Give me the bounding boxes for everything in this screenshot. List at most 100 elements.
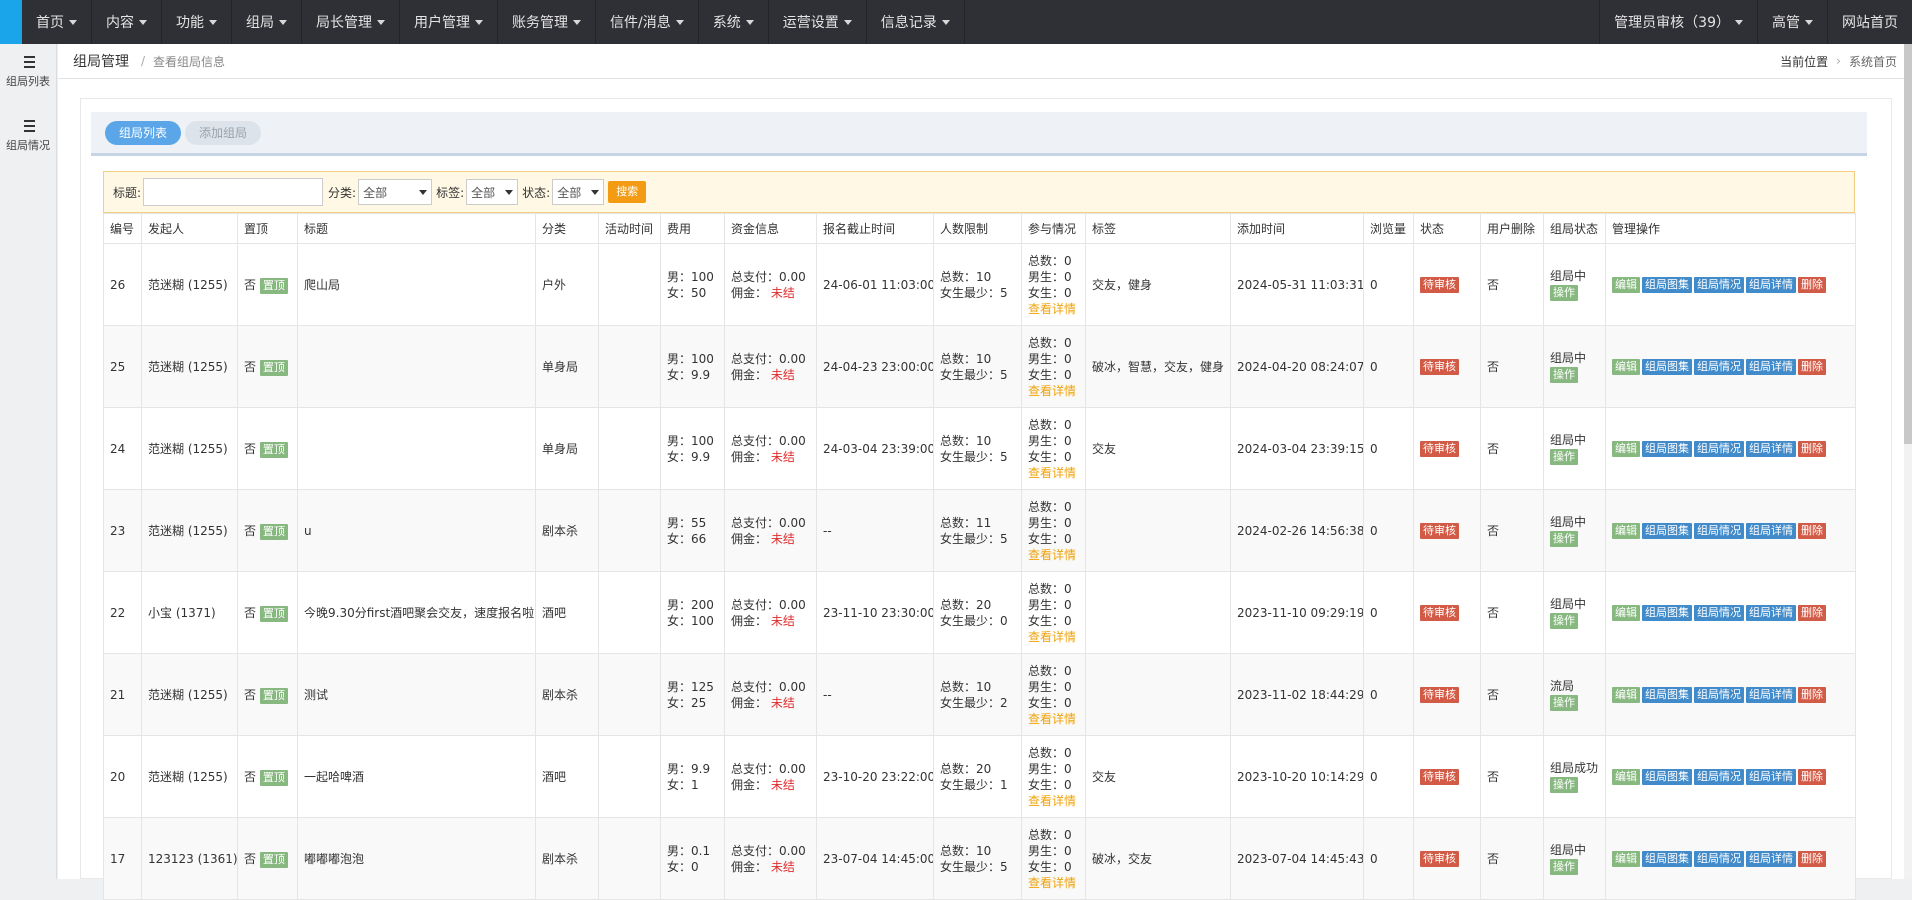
party-op-button[interactable]: 操作 — [1550, 449, 1578, 465]
delete-button[interactable]: 删除 — [1798, 440, 1826, 457]
category-select[interactable]: 全部 — [358, 179, 433, 205]
view-detail-link[interactable]: 查看详情 — [1028, 875, 1085, 891]
party-situation-button[interactable]: 组局情况 — [1694, 686, 1744, 703]
nav-item-5[interactable]: 用户管理 — [400, 0, 498, 44]
nav-item-3[interactable]: 组局 — [232, 0, 302, 44]
nav-item-4[interactable]: 局长管理 — [302, 0, 400, 44]
pin-button[interactable]: 置顶 — [259, 359, 288, 376]
scrollbar-thumb[interactable] — [1904, 44, 1912, 444]
scrollbar[interactable] — [1904, 44, 1912, 879]
tag-select[interactable]: 全部 — [466, 179, 519, 205]
cell-limit: 总数：11 女生最少：5 — [933, 489, 1022, 572]
nav-item-0[interactable]: 首页 — [22, 0, 92, 44]
party-detail-button[interactable]: 组局详情 — [1746, 604, 1796, 621]
party-situation-button[interactable]: 组局情况 — [1694, 358, 1744, 375]
pin-button[interactable]: 置顶 — [259, 277, 288, 294]
party-detail-button[interactable]: 组局详情 — [1746, 850, 1796, 867]
party-situation-button[interactable]: 组局情况 — [1694, 440, 1744, 457]
party-detail-button[interactable]: 组局详情 — [1746, 440, 1796, 457]
pin-button[interactable]: 置顶 — [259, 769, 288, 786]
party-detail-button[interactable]: 组局详情 — [1746, 768, 1796, 785]
nav-item-9[interactable]: 运营设置 — [769, 0, 867, 44]
nav-right-item-0[interactable]: 管理员审核（39） — [1599, 0, 1757, 44]
delete-button[interactable]: 删除 — [1798, 358, 1826, 375]
party-op-button[interactable]: 操作 — [1550, 531, 1578, 547]
cell-activity-time — [598, 653, 661, 736]
gallery-button[interactable]: 组局图集 — [1642, 850, 1692, 867]
nav-right-item-1[interactable]: 高管 — [1757, 0, 1827, 44]
party-situation-button[interactable]: 组局情况 — [1694, 768, 1744, 785]
pin-button[interactable]: 置顶 — [259, 441, 288, 458]
gallery-button[interactable]: 组局图集 — [1642, 358, 1692, 375]
view-detail-link[interactable]: 查看详情 — [1028, 711, 1085, 727]
gallery-button[interactable]: 组局图集 — [1642, 276, 1692, 293]
search-button[interactable]: 搜索 — [608, 181, 647, 203]
party-op-button[interactable]: 操作 — [1550, 613, 1578, 629]
pin-button[interactable]: 置顶 — [259, 605, 288, 622]
edit-button[interactable]: 编辑 — [1612, 358, 1640, 375]
delete-button[interactable]: 删除 — [1798, 522, 1826, 539]
status-select[interactable]: 全部 — [552, 179, 605, 205]
gallery-button[interactable]: 组局图集 — [1642, 686, 1692, 703]
nav-item-2[interactable]: 功能 — [162, 0, 232, 44]
sidebar-item-0[interactable]: 组局列表 — [0, 44, 56, 108]
gallery-button[interactable]: 组局图集 — [1642, 440, 1692, 457]
view-detail-link[interactable]: 查看详情 — [1028, 547, 1085, 563]
gallery-button[interactable]: 组局图集 — [1642, 768, 1692, 785]
home-link[interactable]: 系统首页 — [1849, 53, 1897, 70]
party-detail-button[interactable]: 组局详情 — [1746, 358, 1796, 375]
party-op-button[interactable]: 操作 — [1550, 777, 1578, 793]
pin-button[interactable]: 置顶 — [259, 687, 288, 704]
nav-item-7[interactable]: 信件/消息 — [596, 0, 699, 44]
participation-label: 总数： — [1028, 335, 1065, 350]
edit-button[interactable]: 编辑 — [1612, 522, 1640, 539]
party-detail-button[interactable]: 组局详情 — [1746, 276, 1796, 293]
delete-button[interactable]: 删除 — [1798, 604, 1826, 621]
cell-party-status: 组局中 操作 — [1543, 243, 1606, 326]
party-op-button[interactable]: 操作 — [1550, 285, 1578, 301]
fee-label: 男： — [667, 269, 692, 284]
pin-button[interactable]: 置顶 — [259, 851, 288, 868]
view-detail-link[interactable]: 查看详情 — [1028, 793, 1085, 809]
breadcrumb-main[interactable]: 组局管理 — [73, 51, 129, 71]
gallery-button[interactable]: 组局图集 — [1642, 522, 1692, 539]
participation-value: 0 — [1064, 597, 1072, 612]
nav-item-10[interactable]: 信息记录 — [867, 0, 965, 44]
view-detail-link[interactable]: 查看详情 — [1028, 301, 1085, 317]
tab-add-party[interactable]: 添加组局 — [185, 120, 262, 145]
nav-item-1[interactable]: 内容 — [92, 0, 162, 44]
gallery-button[interactable]: 组局图集 — [1642, 604, 1692, 621]
edit-button[interactable]: 编辑 — [1612, 768, 1640, 785]
delete-button[interactable]: 删除 — [1798, 276, 1826, 293]
nav-item-6[interactable]: 账务管理 — [498, 0, 596, 44]
nav-right-item-2[interactable]: 网站首页 — [1827, 0, 1912, 44]
commission-label: 佣金： — [731, 613, 768, 628]
view-detail-link[interactable]: 查看详情 — [1028, 629, 1085, 645]
party-op-button[interactable]: 操作 — [1550, 367, 1578, 383]
title-filter-input[interactable] — [143, 178, 324, 206]
nav-item-8[interactable]: 系统 — [699, 0, 769, 44]
party-op-button[interactable]: 操作 — [1550, 695, 1578, 711]
sidebar-item-1[interactable]: 组局情况 — [0, 108, 56, 172]
party-detail-button[interactable]: 组局详情 — [1746, 522, 1796, 539]
view-detail-link[interactable]: 查看详情 — [1028, 383, 1085, 399]
edit-button[interactable]: 编辑 — [1612, 604, 1640, 621]
delete-button[interactable]: 删除 — [1798, 768, 1826, 785]
delete-button[interactable]: 删除 — [1798, 686, 1826, 703]
tab-party-list[interactable]: 组局列表 — [105, 120, 182, 145]
edit-button[interactable]: 编辑 — [1612, 276, 1640, 293]
party-situation-button[interactable]: 组局情况 — [1694, 276, 1744, 293]
delete-button[interactable]: 删除 — [1798, 850, 1826, 867]
edit-button[interactable]: 编辑 — [1612, 440, 1640, 457]
party-situation-button[interactable]: 组局情况 — [1694, 604, 1744, 621]
party-op-button[interactable]: 操作 — [1550, 859, 1578, 875]
party-situation-button[interactable]: 组局情况 — [1694, 522, 1744, 539]
pin-button[interactable]: 置顶 — [259, 523, 288, 540]
cell-category: 单身局 — [535, 325, 599, 408]
edit-button[interactable]: 编辑 — [1612, 686, 1640, 703]
edit-button[interactable]: 编辑 — [1612, 850, 1640, 867]
party-detail-button[interactable]: 组局详情 — [1746, 686, 1796, 703]
party-situation-button[interactable]: 组局情况 — [1694, 850, 1744, 867]
fee-line: 男：125 — [667, 679, 724, 695]
view-detail-link[interactable]: 查看详情 — [1028, 465, 1085, 481]
